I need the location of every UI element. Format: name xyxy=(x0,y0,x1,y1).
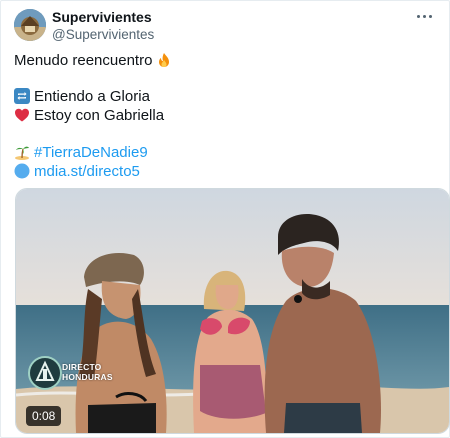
live-overlay-line2: HONDURAS xyxy=(62,372,113,382)
blue-circle-emoji-icon xyxy=(14,163,30,179)
video-frame xyxy=(16,189,449,433)
desert-island-emoji-icon xyxy=(15,146,29,160)
retweet-line: Entiendo a Gloria xyxy=(14,87,150,106)
channel-logo-icon xyxy=(28,356,62,390)
live-overlay-line1: DIRECTO xyxy=(62,362,102,372)
tweet-header: Supervivientes @Supervivientes xyxy=(14,7,439,43)
more-options-icon[interactable] xyxy=(413,7,437,27)
url-link[interactable]: mdia.st/directo5 xyxy=(34,163,140,180)
retweet-line-text: Entiendo a Gloria xyxy=(34,88,150,105)
tweet-text-line: Menudo reencuentro xyxy=(14,51,172,70)
live-overlay-text: DIRECTO HONDURAS xyxy=(62,362,113,382)
hashtag-line: #TierraDeNadie9 xyxy=(14,143,148,162)
avatar-image xyxy=(14,9,46,41)
url-line: mdia.st/directo5 xyxy=(14,162,140,181)
author-handle[interactable]: @Supervivientes xyxy=(52,27,154,42)
avatar[interactable] xyxy=(14,9,46,41)
heart-line: Estoy con Gabriella xyxy=(14,106,164,125)
video-player[interactable]: DIRECTO HONDURAS 0:08 xyxy=(15,188,450,434)
fire-emoji-icon xyxy=(159,53,170,67)
heart-line-text: Estoy con Gabriella xyxy=(34,107,165,124)
tweet-card: Supervivientes @Supervivientes Menudo re… xyxy=(0,0,450,438)
hashtag-link[interactable]: #TierraDeNadie9 xyxy=(34,144,148,161)
repeat-emoji-icon xyxy=(14,88,30,104)
red-heart-emoji-icon xyxy=(15,108,29,122)
tweet-text: Menudo reencuentro xyxy=(14,52,153,69)
video-duration-badge: 0:08 xyxy=(26,406,62,426)
author-name[interactable]: Supervivientes xyxy=(52,9,152,25)
